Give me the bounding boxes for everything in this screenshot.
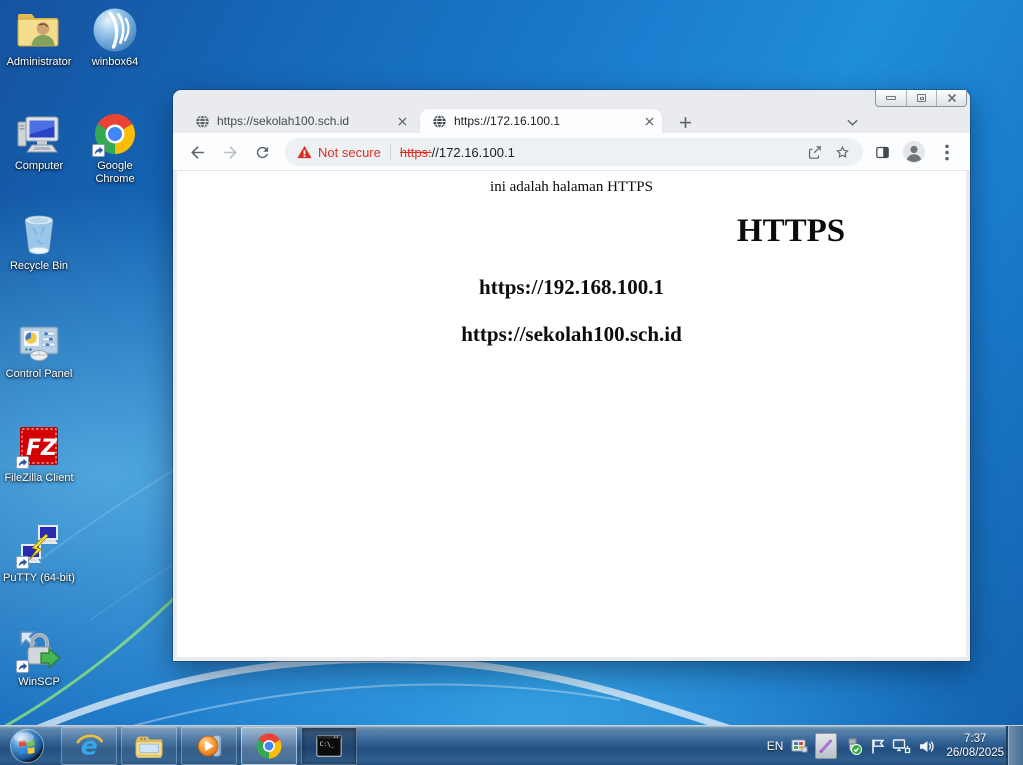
desktop-icon-label: FileZilla Client <box>4 472 74 484</box>
volume-icon[interactable] <box>918 738 935 755</box>
taskbar-item-media-player[interactable] <box>181 727 237 765</box>
browser-toolbar: Not secure https://172.16.100.1 <box>173 133 970 171</box>
shortcut-arrow-badge <box>92 144 105 157</box>
omnibox-separator <box>389 144 391 160</box>
profile-avatar[interactable] <box>902 140 926 164</box>
taskbar-item-chrome[interactable] <box>241 727 297 765</box>
recycle-bin-icon <box>15 210 63 258</box>
not-secure-warning-icon <box>297 145 312 159</box>
desktop-icon-label: Administrator <box>6 56 72 68</box>
safely-remove-hardware-icon[interactable] <box>844 737 863 756</box>
browser-window: https://sekolah100.sch.id https://172.16… <box>173 90 970 661</box>
tablet-pen-icon[interactable] <box>815 733 838 759</box>
globe-favicon-icon <box>432 114 447 129</box>
taskbar-item-windows-explorer[interactable] <box>121 727 177 765</box>
globe-favicon-icon <box>195 114 210 129</box>
winscp-icon <box>15 626 63 674</box>
forward-button[interactable] <box>218 140 242 164</box>
desktop: { "desktop": { "icons": [ { "label": "Ad… <box>0 0 1023 765</box>
desktop-icon-administrator[interactable]: Administrator <box>1 6 77 69</box>
putty-icon <box>15 522 63 570</box>
desktop-icon-computer[interactable]: Computer <box>1 110 77 173</box>
address-bar[interactable]: Not secure https://172.16.100.1 <box>285 138 863 166</box>
desktop-icon-winscp[interactable]: WinSCP <box>1 626 77 689</box>
tab-strip: https://sekolah100.sch.id https://172.16… <box>173 105 970 133</box>
shortcut-arrow-badge <box>16 660 29 673</box>
network-icon[interactable] <box>892 738 911 755</box>
desktop-icon-control-panel[interactable]: Control Panel <box>1 318 77 381</box>
action-center-flag-icon[interactable] <box>870 738 885 755</box>
desktop-icon-label: Google Chrome <box>95 160 135 185</box>
tab-title: https://sekolah100.sch.id <box>217 114 350 128</box>
desktop-icon-label: winbox64 <box>91 56 139 68</box>
tab-sekolah100[interactable]: https://sekolah100.sch.id <box>183 109 415 133</box>
clock[interactable]: 7:37 26/08/2025 <box>946 732 1004 760</box>
tab-close-icon[interactable] <box>398 116 407 126</box>
share-icon[interactable] <box>806 144 823 161</box>
new-tab-button[interactable] <box>675 112 695 132</box>
taskbar-item-command-prompt[interactable]: C:\_ <box>301 727 357 765</box>
system-tray: EN 7:37 26/08/2025 <box>767 726 1004 765</box>
desktop-icon-label: Control Panel <box>5 368 73 380</box>
menu-dots-icon[interactable] <box>935 140 959 164</box>
tab-title: https://172.16.100.1 <box>454 114 561 128</box>
close-button[interactable] <box>936 90 966 106</box>
winbox-icon <box>91 6 139 54</box>
desktop-icon-winbox64[interactable]: winbox64 <box>77 6 153 69</box>
desktop-icon-label: WinSCP <box>18 676 60 688</box>
desktop-icon-label: Recycle Bin <box>9 260 69 272</box>
show-desktop-button[interactable] <box>1006 726 1023 765</box>
clock-time: 7:37 <box>964 733 987 745</box>
maximize-button[interactable] <box>906 90 936 106</box>
side-panel-icon[interactable] <box>870 140 894 164</box>
page-url-sekolah100: https://sekolah100.sch.id <box>461 322 682 346</box>
start-button[interactable] <box>9 728 45 764</box>
minimize-button[interactable] <box>876 90 906 106</box>
taskbar: e C:\_ EN 7:37 26/08/2025 <box>0 725 1023 765</box>
desktop-icon-filezilla[interactable]: FZ FileZilla Client <box>1 422 77 485</box>
url-text[interactable]: //172.16.100.1 <box>432 145 515 160</box>
tab-search-chevron-icon[interactable] <box>843 115 861 129</box>
page-url-192: https://192.168.100.1 <box>479 275 664 299</box>
reload-button[interactable] <box>250 140 274 164</box>
security-chip-label[interactable]: Not secure <box>318 145 381 160</box>
language-indicator[interactable]: EN <box>767 739 784 753</box>
shortcut-arrow-badge <box>16 456 29 469</box>
shortcut-arrow-badge <box>16 556 29 569</box>
desktop-icon-putty[interactable]: PuTTY (64-bit) <box>1 522 77 585</box>
filezilla-icon: FZ <box>15 422 63 470</box>
page-intro-text: ini adalah halaman HTTPS <box>490 179 653 195</box>
taskbar-item-internet-explorer[interactable]: e <box>61 727 117 765</box>
page-heading: HTTPS <box>736 213 846 249</box>
user-folder-icon <box>15 6 63 54</box>
back-button[interactable] <box>185 140 209 164</box>
bookmark-star-icon[interactable] <box>834 144 851 161</box>
url-scheme: https: <box>399 144 432 160</box>
tab-close-icon[interactable] <box>645 116 654 126</box>
computer-icon <box>15 110 63 158</box>
chrome-icon <box>91 110 139 158</box>
desktop-icon-google-chrome[interactable]: Google Chrome <box>77 110 153 186</box>
page-content: ini adalah halaman HTTPS HTTPS https://1… <box>177 171 966 657</box>
desktop-icon-label: PuTTY (64-bit) <box>3 572 75 584</box>
svg-text:FZ: FZ <box>26 436 58 461</box>
language-bar-icon[interactable] <box>790 737 808 755</box>
clock-date: 26/08/2025 <box>946 747 1004 759</box>
desktop-icon-label: Computer <box>14 160 64 172</box>
tab-172-16-100-1[interactable]: https://172.16.100.1 <box>420 109 662 133</box>
svg-text:C:\_: C:\_ <box>320 741 335 748</box>
control-panel-icon <box>15 318 63 366</box>
window-titlebar[interactable] <box>173 90 970 107</box>
desktop-icon-recycle-bin[interactable]: Recycle Bin <box>1 210 77 273</box>
